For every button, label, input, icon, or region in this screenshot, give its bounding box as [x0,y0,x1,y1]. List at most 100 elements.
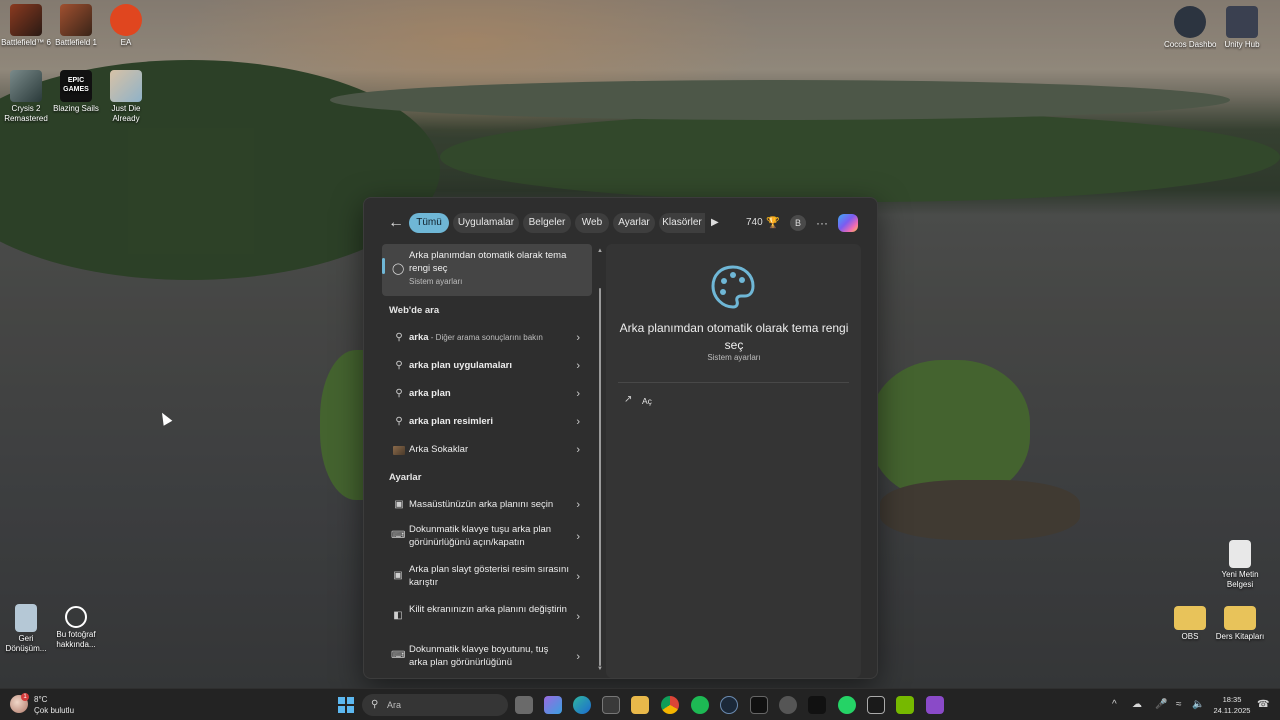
preview-subtitle: Sistem ayarları [707,353,761,362]
desktop-icon-battlefield-1[interactable]: Battlefield 1 [50,4,102,48]
search-panel: ← Tümü Uygulamalar Belgeler Web Ayarlar … [363,197,878,679]
scroll-down-icon[interactable]: ▼ [597,666,603,672]
tab-documents[interactable]: Belgeler [523,213,571,233]
chrome-icon[interactable] [661,696,679,714]
microphone-icon[interactable]: 🎤 [1155,689,1167,720]
microsoft-store-icon[interactable] [602,696,620,714]
notification-icon[interactable]: ☎ [1257,689,1269,720]
results-scrollbar[interactable]: ▲ ▼ [597,248,603,676]
search-icon: ⚲ [371,699,379,710]
tab-web[interactable]: Web [575,213,609,233]
web-result-item[interactable]: ⚲ arka - Diğer arama sonuçlarını bakın › [382,325,592,351]
chevron-right-icon: › [576,571,580,583]
settings-result-label: Dokunmatik klavye boyutunu, tuş arka pla… [409,644,549,668]
image-settings-icon: ▣ [394,499,404,510]
search-icon: ⚲ [395,416,403,427]
results-list: ◯ Arka planımdan otomatik olarak tema re… [382,244,604,672]
more-options-icon[interactable]: ··· [816,213,828,233]
edge-browser-icon[interactable] [573,696,591,714]
web-result-bold: arka plan [409,388,451,399]
chevron-right-icon: › [576,360,580,372]
desktop-icon-unity-hub[interactable]: Unity Hub [1216,6,1268,50]
desktop-icon-ders-kitaplari[interactable]: Ders Kitapları [1214,606,1266,642]
desktop-icon-recycle-bin[interactable]: Geri Dönüşüm... [0,604,52,654]
web-result-bold: arka plan resimleri [409,416,493,427]
web-result-bold: arka plan uygulamaları [409,360,512,371]
battlefield-6-icon [10,4,42,36]
crysis-2-icon [10,70,42,102]
tab-all[interactable]: Tümü [409,213,449,233]
avatar[interactable]: B [790,215,806,231]
web-result-rest: - Diğer arama sonuçlarını bakın [428,333,543,342]
rewards-points[interactable]: 740 [746,213,763,233]
settings-result-label: Masaüstünüzün arka planını seçin [409,499,554,510]
g-app-icon[interactable] [867,696,885,714]
settings-result-item[interactable]: ◧ Kilit ekranınızın arka planını değişti… [382,600,592,636]
desktop-icon-blazing-sails[interactable]: EPIC GAMES Blazing Sails [50,70,102,114]
taskbar-clock[interactable]: 18:35 24.11.2025 [1212,694,1252,716]
notification-badge: 1 [21,693,29,701]
open-external-icon: ↗ [624,394,633,405]
start-button[interactable] [338,697,354,713]
best-match-item[interactable]: ◯ Arka planımdan otomatik olarak tema re… [382,244,592,296]
search-icon: ⚲ [395,388,403,399]
desktop-icon-new-text-document[interactable]: Yeni Metin Belgesi [1214,540,1266,590]
chevron-up-icon[interactable]: ^ [1112,689,1117,720]
widgets-icon[interactable] [544,696,562,714]
web-result-item[interactable]: ⚲ arka plan uygulamaları › [382,353,592,379]
spotify-icon[interactable] [691,696,709,714]
tab-settings[interactable]: Ayarlar [613,213,655,233]
chevron-right-icon: › [576,444,580,456]
play-arrow-icon[interactable]: ▶ [711,213,719,233]
copilot-icon[interactable] [838,214,858,232]
text-document-icon [1229,540,1251,568]
desktop-icon-ea[interactable]: EA [100,4,152,48]
cloud-icon[interactable]: ☁ [1132,689,1142,720]
whatsapp-icon[interactable] [838,696,856,714]
kick-icon[interactable] [808,696,826,714]
file-explorer-icon[interactable] [631,696,649,714]
preview-title: Arka planımdan otomatik olarak tema reng… [619,321,849,352]
taskbar-search-box[interactable]: ⚲ Ara [362,694,508,716]
desktop-icon-battlefield-6[interactable]: Battlefield™ 6 [0,4,52,48]
divider [618,382,849,383]
steam-icon[interactable] [720,696,738,714]
game-launcher-icon[interactable] [779,696,797,714]
scroll-up-icon[interactable]: ▲ [597,248,603,254]
web-result-item[interactable]: ⚲ arka plan › [382,381,592,407]
task-view-icon[interactable] [515,696,533,714]
settings-result-item[interactable]: ⌨ Dokunmatik klavye tuşu arka plan görün… [382,520,592,556]
image-thumbnail-icon [392,437,406,466]
wifi-icon[interactable]: ≈ [1176,689,1182,720]
epic-games-icon[interactable] [750,696,768,714]
web-result-item[interactable]: Arka Sokaklar › [382,437,592,463]
folder-icon [1224,606,1256,630]
weather-widget[interactable]: 1 8°C Çok bulutlu [10,693,100,717]
settings-result-item[interactable]: ⌨ Dokunmatik klavye boyutunu, tuş arka p… [382,640,592,672]
volume-icon[interactable]: 🔈 [1192,689,1204,720]
ea-icon [110,4,142,36]
visual-studio-icon[interactable] [926,696,944,714]
desktop-icon-about-photo[interactable]: Bu fotoğraf hakkında... [50,606,102,650]
desktop-icon-cocos-dashboard[interactable]: Cocos Dashboard [1164,6,1216,50]
back-arrow-icon[interactable]: ← [386,213,406,233]
clock-date: 24.11.2025 [1213,706,1251,715]
trophy-icon[interactable]: 🏆 [766,213,780,233]
palette-icon [711,265,755,309]
folder-icon [1174,606,1206,630]
settings-result-item[interactable]: ▣ Masaüstünüzün arka planını seçin › [382,492,592,518]
tab-folders[interactable]: Klasörler [659,213,705,233]
desktop-icon-just-die-already[interactable]: Just Die Already [100,70,152,124]
web-result-item[interactable]: ⚲ arka plan resimleri › [382,409,592,435]
search-icon: ⚲ [395,360,403,371]
scroll-thumb[interactable] [599,288,601,666]
search-icon: ⚲ [395,332,403,343]
cocos-icon [1174,6,1206,38]
desktop-icon-crysis-2[interactable]: Crysis 2 Remastered [0,70,52,124]
web-section-heading: Web'de ara [389,305,440,316]
desktop-icon-obs[interactable]: OBS [1164,606,1216,642]
settings-result-item[interactable]: ▣ Arka plan slayt gösterisi resim sırası… [382,560,592,596]
tab-apps[interactable]: Uygulamalar [453,213,519,233]
nvidia-icon[interactable] [896,696,914,714]
best-match-title: Arka planımdan otomatik olarak tema reng… [409,250,567,274]
